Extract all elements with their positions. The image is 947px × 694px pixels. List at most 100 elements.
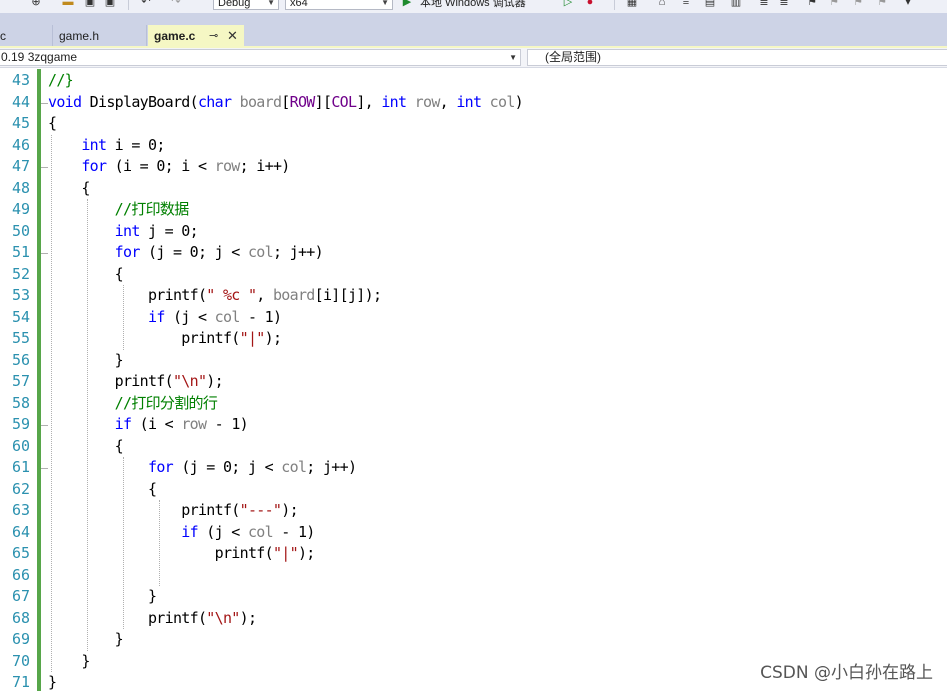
- redo-icon[interactable]: ↷: [170, 0, 182, 8]
- tab-label: c: [0, 29, 6, 43]
- line-number: 54: [11, 307, 30, 326]
- navigate-icon[interactable]: ⌂: [656, 0, 668, 8]
- save-all-icon[interactable]: ▣: [104, 0, 116, 8]
- indent-icon[interactable]: ≣: [778, 0, 790, 8]
- code-line[interactable]: int i = 0;: [48, 135, 165, 157]
- tab-c[interactable]: c: [0, 25, 53, 47]
- code-line[interactable]: {: [48, 113, 57, 135]
- line-number: 63: [11, 501, 30, 519]
- line-number: 65: [11, 544, 30, 562]
- fold-marker[interactable]: [41, 253, 48, 254]
- code-line[interactable]: for (j = 0; j < col; j++): [48, 457, 357, 479]
- code-line[interactable]: }: [48, 651, 90, 673]
- start-without-debug-icon[interactable]: ▷: [562, 0, 574, 8]
- scope-value: (全局范围): [545, 50, 601, 64]
- line-number: 47: [11, 157, 30, 175]
- code-line[interactable]: {: [48, 479, 157, 501]
- code-line[interactable]: }: [48, 672, 57, 694]
- new-item-icon[interactable]: ⊕: [30, 0, 42, 8]
- code-line[interactable]: }: [48, 350, 124, 372]
- platform-value: x64: [290, 0, 308, 9]
- line-number: 55: [11, 329, 30, 347]
- navigation-bar: 0.19 3zqgame ▼ (全局范围): [0, 48, 947, 68]
- undo-icon[interactable]: ↶: [140, 0, 152, 8]
- open-folder-icon[interactable]: ▬: [62, 0, 74, 8]
- code-line[interactable]: printf("\n");: [48, 371, 224, 393]
- fold-marker[interactable]: [41, 468, 48, 469]
- code-line[interactable]: }: [48, 586, 157, 608]
- document-tab-strip: c game.h game.c ⊸ ✕: [0, 13, 947, 49]
- toolbar-separator: [614, 0, 615, 10]
- change-tracking-bar: [37, 69, 41, 691]
- code-line[interactable]: if (i < row - 1): [48, 414, 249, 436]
- comment-icon[interactable]: ▤: [704, 0, 716, 8]
- watermark: CSDN @小白孙在路上: [760, 663, 933, 683]
- start-debugger-button[interactable]: 本地 Windows 调试器: [420, 0, 526, 10]
- code-line[interactable]: for (i = 0; i < row; i++): [48, 156, 290, 178]
- code-line[interactable]: }: [48, 629, 124, 651]
- code-line[interactable]: printf("---");: [48, 500, 298, 522]
- code-line[interactable]: printf(" %c ", board[i][j]);: [48, 285, 382, 307]
- indent-guide: [51, 134, 52, 672]
- toolbar-overflow-icon[interactable]: ▾: [902, 0, 914, 8]
- scope-select[interactable]: (全局范围): [527, 49, 947, 66]
- bookmark-prev-icon[interactable]: ⚑: [828, 0, 840, 8]
- bookmark-next-icon[interactable]: ⚑: [852, 0, 864, 8]
- code-line[interactable]: int j = 0;: [48, 221, 199, 243]
- close-icon[interactable]: ✕: [227, 25, 238, 47]
- project-value: 0.19 3zqgame: [1, 50, 78, 64]
- line-number: 61: [11, 458, 30, 476]
- code-editor[interactable]: 43 //} 44 void DisplayBoard(char board[ROW]…: [0, 69, 947, 691]
- code-line[interactable]: //}: [48, 70, 74, 92]
- project-select[interactable]: 0.19 3zqgame ▼: [0, 49, 521, 66]
- line-number: 53: [11, 286, 30, 304]
- line-number: 67: [11, 587, 30, 605]
- line-number: 57: [11, 372, 30, 390]
- diagnostics-icon[interactable]: ▦: [626, 0, 638, 8]
- line-number: 51: [11, 243, 30, 261]
- bookmark-clear-icon[interactable]: ⚑: [876, 0, 888, 8]
- code-line[interactable]: {: [48, 264, 124, 286]
- code-line[interactable]: //打印数据: [48, 199, 190, 221]
- code-line[interactable]: if (j < col - 1): [48, 307, 282, 329]
- code-line[interactable]: {: [48, 178, 90, 200]
- code-line[interactable]: printf("\n");: [48, 608, 257, 630]
- line-number: 43: [11, 71, 30, 89]
- chevron-down-icon: ▼: [509, 53, 517, 62]
- outdent-icon[interactable]: ≣: [758, 0, 770, 8]
- tab-game-c[interactable]: game.c ⊸ ✕: [148, 25, 244, 47]
- fold-marker[interactable]: [41, 167, 48, 168]
- line-number: 56: [11, 350, 30, 369]
- pin-icon[interactable]: ⊸: [209, 25, 218, 47]
- format-icon[interactable]: ≡: [680, 0, 692, 8]
- line-number: 70: [11, 651, 30, 670]
- platform-select[interactable]: x64 ▼: [285, 0, 393, 10]
- code-line[interactable]: printf("|");: [48, 328, 282, 350]
- play-icon[interactable]: ▶: [401, 0, 413, 8]
- tab-game-h[interactable]: game.h: [53, 25, 147, 47]
- bookmark-toggle-icon[interactable]: ⚑: [806, 0, 818, 8]
- indent-guide: [123, 285, 124, 350]
- save-icon[interactable]: ▣: [84, 0, 96, 8]
- stop-icon[interactable]: ●: [584, 0, 596, 8]
- line-number: 62: [11, 479, 30, 498]
- line-number: 48: [11, 178, 30, 197]
- code-line[interactable]: //打印分割的行: [48, 393, 218, 415]
- code-line[interactable]: void DisplayBoard(char board[ROW][COL], …: [48, 92, 524, 114]
- chevron-down-icon: ▼: [267, 0, 275, 7]
- bookmark-icon[interactable]: ▥: [730, 0, 742, 8]
- line-number: 69: [11, 630, 30, 648]
- tab-label: game.c: [154, 29, 196, 43]
- code-line[interactable]: for (j = 0; j < col; j++): [48, 242, 324, 264]
- line-number: 45: [11, 114, 30, 132]
- line-number: 68: [11, 608, 30, 627]
- solution-config-select[interactable]: Debug ▼: [213, 0, 279, 10]
- fold-marker[interactable]: [41, 425, 48, 426]
- fold-marker[interactable]: [41, 102, 48, 104]
- toolbar: ⊕ ▬ ▣ ▣ ↶ ↷ Debug ▼ x64 ▼ ▶ 本地 Windows 调…: [0, 0, 947, 13]
- chevron-down-icon: ▼: [381, 0, 389, 7]
- line-number: 64: [11, 522, 30, 541]
- indent-guide: [87, 199, 88, 651]
- code-line[interactable]: {: [48, 436, 124, 458]
- line-number: 60: [11, 436, 30, 455]
